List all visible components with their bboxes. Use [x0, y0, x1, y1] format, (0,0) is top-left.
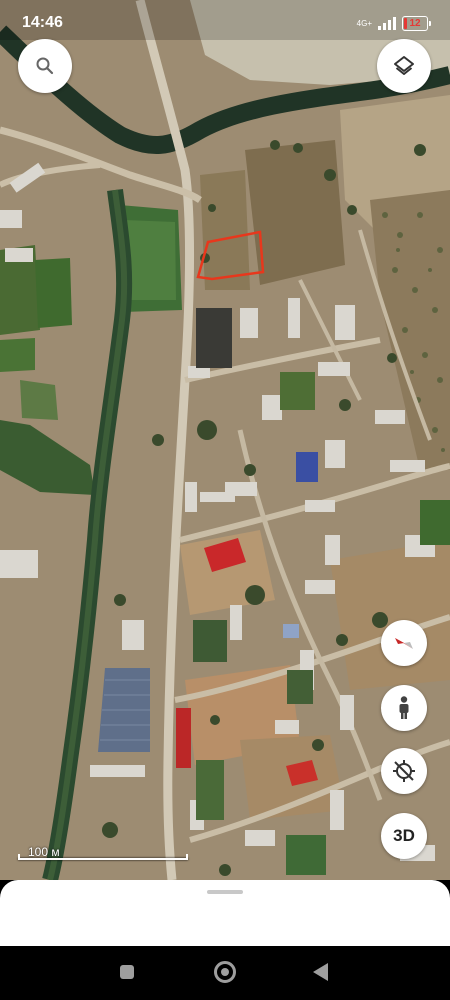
compass-icon [395, 638, 413, 649]
person-icon [399, 696, 409, 719]
satellite-map[interactable] [0, 0, 450, 880]
map-scale: 100 м [18, 845, 188, 861]
back-icon[interactable] [313, 963, 328, 981]
scale-bar [18, 854, 188, 860]
layers-button[interactable] [377, 39, 431, 93]
compass-button[interactable] [381, 620, 427, 666]
my-location-button[interactable] [381, 748, 427, 794]
home-icon[interactable] [214, 961, 236, 983]
3d-button-label: 3D [393, 826, 415, 845]
recent-apps-icon[interactable] [120, 965, 134, 979]
status-time: 14:46 [22, 14, 63, 31]
street-view-button[interactable] [381, 685, 427, 731]
scale-label: 100 м [28, 845, 60, 859]
layers-icon [394, 56, 414, 75]
network-type: 4G+ [356, 18, 372, 28]
search-icon [36, 57, 54, 75]
bottom-sheet[interactable] [0, 880, 450, 946]
battery-percent: 12 [409, 17, 421, 29]
system-nav-bar [0, 946, 450, 1000]
3d-button[interactable]: 3D [381, 813, 427, 859]
status-bar: 14:46 4G+ 12 [0, 0, 450, 48]
battery-icon: 12 [402, 15, 431, 31]
system-icons: 4G+ 12 [356, 14, 431, 32]
sheet-drag-handle[interactable] [207, 890, 243, 894]
battery-level [404, 17, 407, 29]
signal-icon [378, 16, 396, 30]
search-button[interactable] [18, 39, 72, 93]
map-imagery [0, 0, 450, 880]
gps-disabled-icon [393, 760, 415, 782]
